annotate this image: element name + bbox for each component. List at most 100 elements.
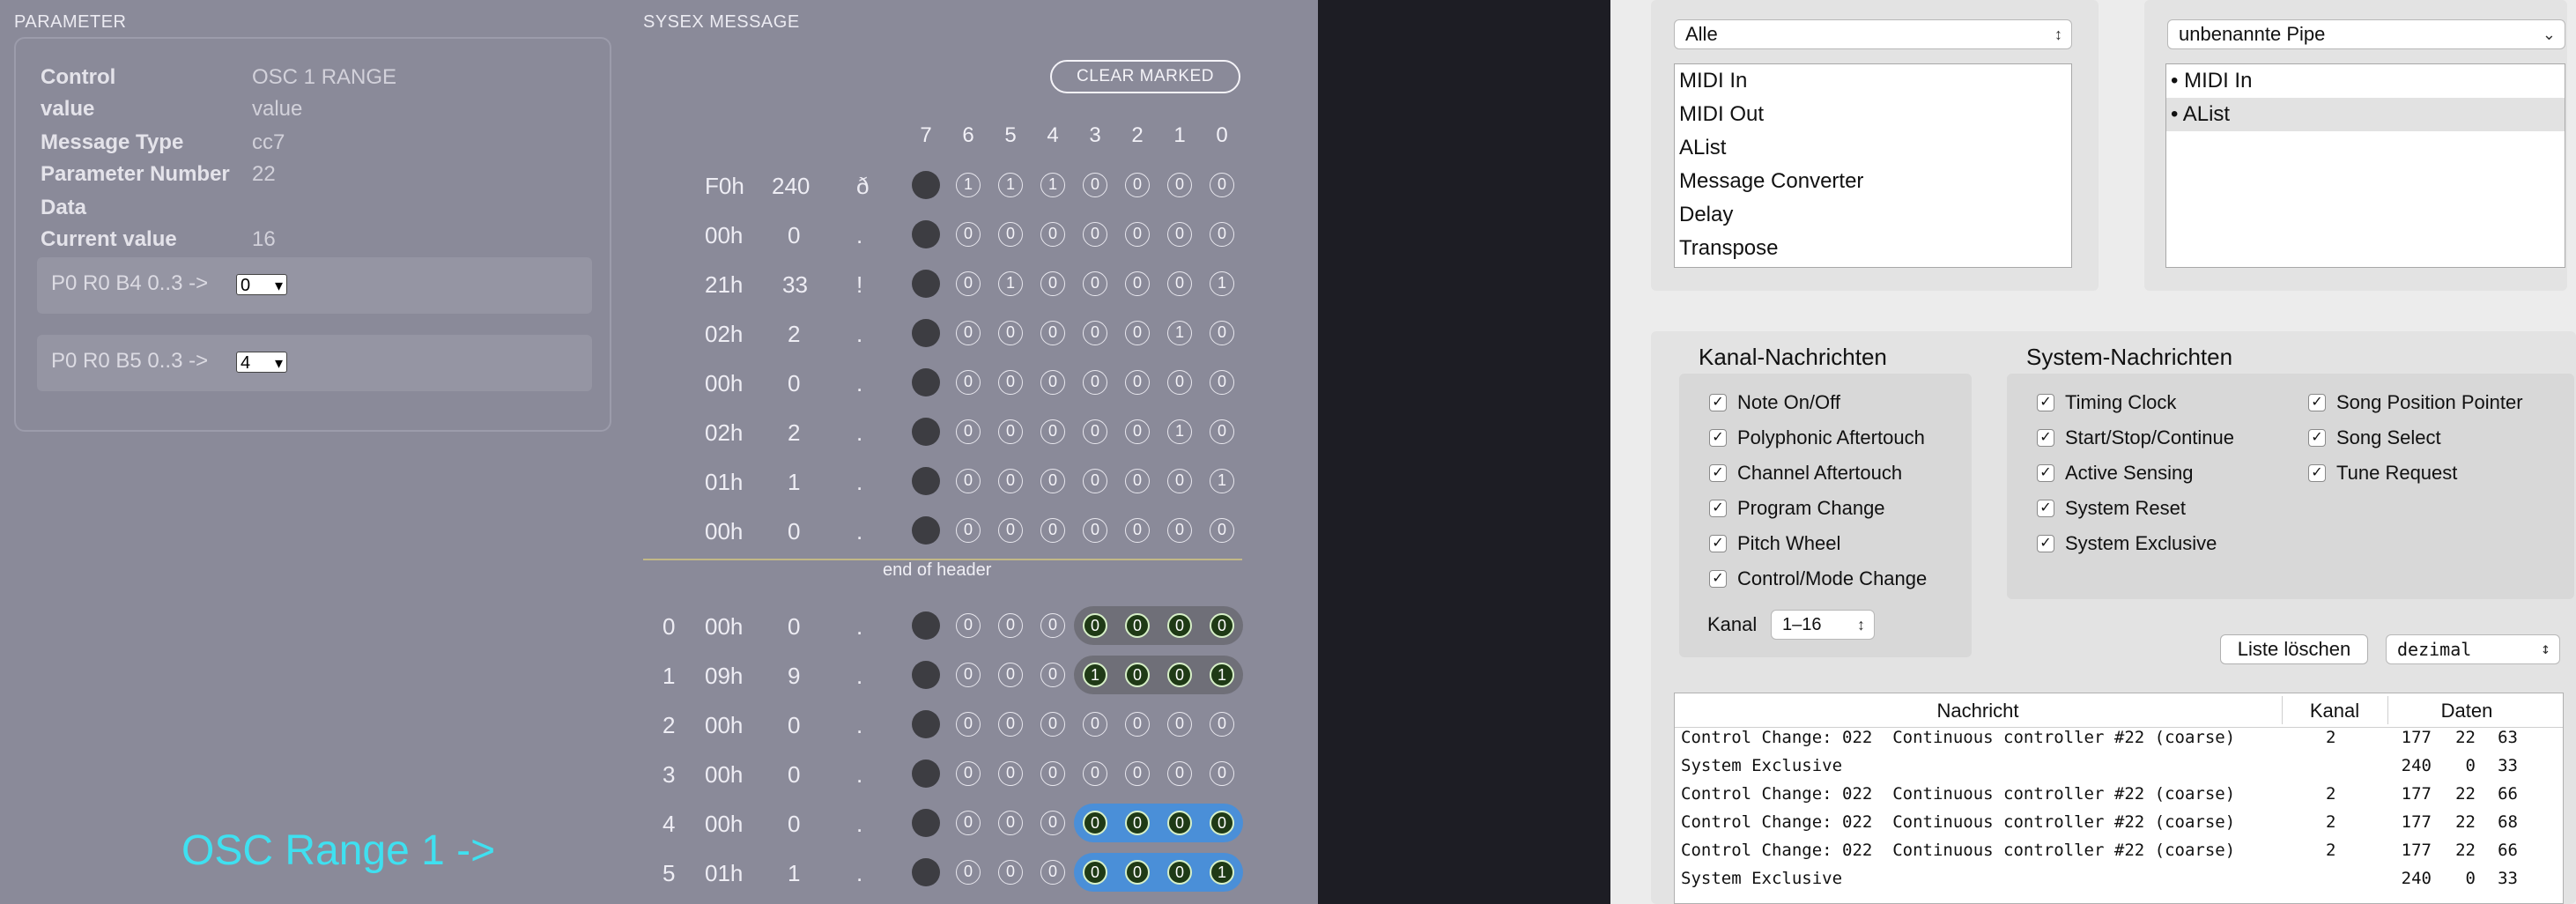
bit-toggle[interactable]: 1 (956, 173, 981, 197)
source-list-item[interactable]: Transpose (1679, 236, 1779, 261)
msb-bullet[interactable] (912, 661, 940, 689)
bit-toggle[interactable]: 0 (998, 469, 1023, 493)
msb-bullet[interactable] (912, 368, 940, 396)
bit-toggle[interactable]: 0 (1210, 613, 1234, 638)
bit-toggle[interactable]: 0 (1040, 663, 1065, 687)
bit-toggle[interactable]: 0 (1125, 860, 1150, 885)
bit-toggle[interactable]: 0 (1083, 370, 1107, 395)
bit-toggle[interactable]: 0 (1125, 518, 1150, 543)
bit-toggle[interactable]: 0 (1040, 860, 1065, 885)
log-header-kanal[interactable]: Kanal (2282, 700, 2387, 722)
msb-bullet[interactable] (912, 710, 940, 738)
bit-toggle[interactable]: 0 (998, 811, 1023, 835)
msb-bullet[interactable] (912, 809, 940, 837)
bit-toggle[interactable]: 1 (1167, 321, 1192, 345)
bit-toggle[interactable]: 0 (1083, 811, 1107, 835)
bit-toggle[interactable]: 0 (1210, 761, 1234, 786)
bit-toggle[interactable]: 0 (1125, 370, 1150, 395)
bit-toggle[interactable]: 1 (1210, 860, 1234, 885)
bit-toggle[interactable]: 0 (998, 761, 1023, 786)
bit-toggle[interactable]: 0 (1040, 222, 1065, 247)
bit-toggle[interactable]: 0 (998, 321, 1023, 345)
bit-toggle[interactable]: 0 (1167, 518, 1192, 543)
bit-toggle[interactable]: 0 (1040, 370, 1065, 395)
bit-toggle[interactable]: 0 (1040, 419, 1065, 444)
bit-toggle[interactable]: 0 (1125, 469, 1150, 493)
bit-toggle[interactable]: 0 (956, 222, 981, 247)
bit-toggle[interactable]: 1 (1210, 271, 1234, 296)
bit-toggle[interactable]: 0 (1210, 419, 1234, 444)
system-item-checkbox[interactable]: ✓ (2308, 429, 2326, 447)
bit-toggle[interactable]: 0 (1210, 321, 1234, 345)
bit-toggle[interactable]: 0 (956, 419, 981, 444)
bit-toggle[interactable]: 0 (1125, 613, 1150, 638)
kanal-stepper[interactable]: 1–16 ↕ (1771, 610, 1875, 640)
bit-toggle[interactable]: 0 (1040, 712, 1065, 737)
msb-bullet[interactable] (912, 516, 940, 545)
pipe-popup[interactable]: unbenannte Pipe ⌄ (2167, 19, 2565, 49)
bit-toggle[interactable]: 0 (1125, 173, 1150, 197)
bit-toggle[interactable]: 0 (1083, 321, 1107, 345)
bit-toggle[interactable]: 1 (998, 173, 1023, 197)
bit-toggle[interactable]: 1 (1040, 173, 1065, 197)
bit-toggle[interactable]: 0 (1167, 469, 1192, 493)
msb-bullet[interactable] (912, 319, 940, 347)
bit-toggle[interactable]: 0 (956, 321, 981, 345)
bit-toggle[interactable]: 0 (1210, 370, 1234, 395)
msb-bullet[interactable] (912, 220, 940, 248)
source-list-item[interactable]: MIDI In (1679, 69, 1747, 93)
bit-toggle[interactable]: 0 (956, 518, 981, 543)
channel-item-checkbox[interactable]: ✓ (1709, 500, 1727, 517)
channel-item-checkbox[interactable]: ✓ (1709, 464, 1727, 482)
system-item-checkbox[interactable]: ✓ (2308, 464, 2326, 482)
bit-toggle[interactable]: 0 (998, 663, 1023, 687)
bit-toggle[interactable]: 0 (1167, 712, 1192, 737)
system-item-checkbox[interactable]: ✓ (2037, 394, 2054, 411)
bit-toggle[interactable]: 0 (1167, 370, 1192, 395)
pipe-list-item[interactable]: • AList (2171, 102, 2230, 127)
channel-item-checkbox[interactable]: ✓ (1709, 535, 1727, 552)
bit-toggle[interactable]: 0 (1083, 419, 1107, 444)
bit-toggle[interactable]: 0 (1167, 173, 1192, 197)
bit-toggle[interactable]: 0 (1083, 712, 1107, 737)
bit-toggle[interactable]: 0 (1167, 761, 1192, 786)
system-item-checkbox[interactable]: ✓ (2308, 394, 2326, 411)
bit-toggle[interactable]: 0 (1210, 712, 1234, 737)
bit-toggle[interactable]: 0 (1040, 613, 1065, 638)
bit-toggle[interactable]: 1 (1083, 663, 1107, 687)
msb-bullet[interactable] (912, 171, 940, 199)
system-item-checkbox[interactable]: ✓ (2037, 429, 2054, 447)
source-list-item[interactable]: MIDI Out (1679, 102, 1764, 127)
bit-toggle[interactable]: 0 (1083, 761, 1107, 786)
log-header-daten[interactable]: Daten (2387, 700, 2546, 722)
source-list-item[interactable]: Delay (1679, 203, 1733, 227)
msb-bullet[interactable] (912, 418, 940, 446)
bit-toggle[interactable]: 0 (956, 712, 981, 737)
bit-toggle[interactable]: 0 (956, 811, 981, 835)
bit-toggle[interactable]: 0 (1210, 173, 1234, 197)
bit-toggle[interactable]: 0 (1167, 811, 1192, 835)
bit-toggle[interactable]: 0 (956, 271, 981, 296)
bit-toggle[interactable]: 1 (1210, 469, 1234, 493)
bit-toggle[interactable]: 0 (1167, 222, 1192, 247)
bit-toggle[interactable]: 0 (1125, 761, 1150, 786)
bit-toggle[interactable]: 0 (1125, 811, 1150, 835)
bit-toggle[interactable]: 0 (956, 761, 981, 786)
bit-toggle[interactable]: 0 (1125, 222, 1150, 247)
msb-bullet[interactable] (912, 611, 940, 640)
bit-toggle[interactable]: 1 (998, 271, 1023, 296)
b5-select[interactable]: 4 (236, 352, 287, 374)
bit-toggle[interactable]: 0 (1125, 663, 1150, 687)
bit-toggle[interactable]: 0 (1040, 321, 1065, 345)
bit-toggle[interactable]: 0 (1125, 419, 1150, 444)
system-item-checkbox[interactable]: ✓ (2037, 535, 2054, 552)
msb-bullet[interactable] (912, 270, 940, 298)
pipe-list[interactable] (2165, 63, 2565, 268)
bit-toggle[interactable]: 0 (1167, 613, 1192, 638)
source-popup[interactable]: Alle ↕ (1674, 19, 2072, 49)
bit-toggle[interactable]: 0 (1040, 518, 1065, 543)
bit-toggle[interactable]: 0 (1210, 222, 1234, 247)
bit-toggle[interactable]: 0 (1125, 321, 1150, 345)
bit-toggle[interactable]: 0 (1083, 518, 1107, 543)
system-item-checkbox[interactable]: ✓ (2037, 500, 2054, 517)
